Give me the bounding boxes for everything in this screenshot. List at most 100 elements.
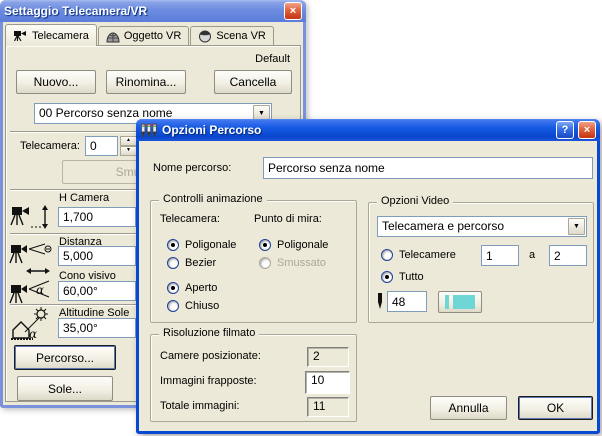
pens-logo-icon [140, 123, 158, 138]
radio-button-icon [259, 257, 271, 269]
radio-button-icon [381, 249, 393, 261]
settaggio-window-title: Settaggio Telecamera/VR [4, 4, 280, 18]
radio-telecamera-aperto[interactable]: Aperto [167, 282, 217, 294]
nuovo-button[interactable]: Nuovo... [16, 70, 96, 94]
default-label: Default [255, 53, 290, 65]
radio-punto-poligonale[interactable]: Poligonale [259, 239, 328, 251]
nome-percorso-label: Nome percorso: [153, 162, 231, 174]
h-camera-label: H Camera [59, 192, 109, 204]
cono-visivo-input[interactable] [58, 281, 136, 301]
pen-icon [375, 292, 385, 310]
tab-oggetto-vr[interactable]: Oggetto VR [98, 26, 189, 45]
controlli-animazione-title: Controlli animazione [159, 193, 267, 205]
close-icon[interactable]: × [578, 121, 596, 139]
radio-label: Poligonale [277, 239, 328, 251]
nome-percorso-input[interactable] [263, 157, 593, 179]
tab-scena-vr-label: Scena VR [216, 30, 266, 42]
totale-immagini-label: Totale immagini: [160, 400, 239, 412]
camere-posizionate-value: 2 [307, 347, 349, 367]
svg-text:α: α [36, 283, 44, 297]
radio-telecamere[interactable]: Telecamere [381, 249, 456, 261]
tab-telecamera[interactable]: Telecamera [5, 24, 97, 46]
risoluzione-filmato-group: Risoluzione filmato Camere posizionate: … [150, 334, 357, 422]
dropdown-arrow-icon[interactable]: ▼ [568, 218, 585, 235]
radio-button-icon [167, 300, 179, 312]
percorso-button-label: Percorso... [36, 351, 94, 365]
vr-scene-icon [198, 30, 212, 43]
telecamera-spinner: ▲ ▼ [120, 136, 137, 156]
rinomina-button-label: Rinomina... [116, 75, 177, 89]
distanza-input[interactable] [58, 246, 136, 266]
vr-object-icon [106, 30, 120, 43]
opzioni-client: Nome percorso: Controlli animazione Tele… [139, 141, 597, 431]
opzioni-window-title: Opzioni Percorso [162, 123, 552, 137]
radio-label: Smussato [277, 257, 326, 269]
rinomina-button[interactable]: Rinomina... [106, 70, 186, 94]
tab-scena-vr[interactable]: Scena VR [190, 26, 274, 45]
risoluzione-filmato-title: Risoluzione filmato [159, 327, 259, 339]
cancella-button-label: Cancella [230, 75, 277, 89]
radio-telecamera-chiuso[interactable]: Chiuso [167, 300, 219, 312]
percorso-button[interactable]: Percorso... [14, 345, 116, 370]
radio-label: Poligonale [185, 239, 236, 251]
spinner-up-icon[interactable]: ▲ [120, 136, 137, 146]
help-icon[interactable]: ? [556, 121, 574, 139]
controlli-telecamera-label: Telecamera: [160, 213, 220, 225]
tab-telecamera-label: Telecamera [32, 30, 89, 42]
range-to-input[interactable] [549, 245, 587, 266]
pen-color-swatch [453, 295, 475, 309]
immagini-frapposte-input[interactable]: 10 [305, 371, 350, 394]
radio-label: Chiuso [185, 300, 219, 312]
annulla-button[interactable]: Annulla [430, 396, 507, 420]
opzioni-video-group: Opzioni Video Telecamera e percorso ▼ Te… [368, 202, 594, 323]
opzioni-video-title: Opzioni Video [377, 195, 453, 207]
radio-telecamera-poligonale[interactable]: Poligonale [167, 239, 236, 251]
camera-height-icon [9, 201, 55, 233]
immagini-frapposte-label: Immagini frapposte: [160, 375, 257, 387]
radio-telecamera-bezier[interactable]: Bezier [167, 257, 216, 269]
annulla-button-label: Annulla [448, 401, 488, 415]
spinner-down-icon[interactable]: ▼ [120, 146, 137, 156]
h-camera-input[interactable] [58, 207, 136, 227]
radio-tutto[interactable]: Tutto [381, 271, 424, 283]
radio-label: Bezier [185, 257, 216, 269]
radio-label: Tutto [399, 271, 424, 283]
radio-button-icon [381, 271, 393, 283]
radio-button-icon [167, 239, 179, 251]
nuovo-button-label: Nuovo... [34, 75, 79, 89]
pen-color-button[interactable] [438, 291, 482, 313]
close-icon[interactable]: × [284, 2, 302, 20]
sole-button-label: Sole... [48, 382, 82, 396]
opzioni-titlebar[interactable]: Opzioni Percorso ? × [136, 119, 600, 141]
ok-button[interactable]: OK [518, 396, 593, 420]
camera-icon [13, 29, 28, 42]
sun-altitude-icon: α [9, 306, 57, 342]
video-mode-dropdown[interactable]: Telecamera e percorso ▼ [377, 216, 587, 237]
telecamera-index-input[interactable] [85, 136, 118, 156]
settaggio-titlebar[interactable]: Settaggio Telecamera/VR × [0, 0, 306, 22]
punto-di-mira-label: Punto di mira: [254, 213, 322, 225]
camera-distance-icon [9, 241, 55, 277]
camera-fov-icon: α [9, 279, 55, 305]
range-from-input[interactable] [481, 245, 519, 266]
radio-button-icon [167, 282, 179, 294]
sole-button[interactable]: Sole... [17, 376, 113, 401]
range-separator-label: a [529, 249, 535, 261]
radio-label: Telecamere [399, 249, 456, 261]
desktop: Settaggio Telecamera/VR × Telecamera [0, 0, 602, 436]
radio-button-icon [259, 239, 271, 251]
camere-posizionate-label: Camere posizionate: [160, 350, 261, 362]
radio-punto-smussato[interactable]: Smussato [259, 257, 326, 269]
altitudine-sole-input[interactable] [58, 318, 136, 338]
pen-width-input[interactable] [387, 291, 427, 312]
video-mode-dropdown-value: Telecamera e percorso [382, 219, 504, 233]
percorso-dropdown-value: 00 Percorso senza nome [39, 106, 172, 120]
svg-text:α: α [29, 327, 37, 341]
pen-color-bar [445, 295, 449, 309]
radio-button-icon [167, 257, 179, 269]
ok-button-label: OK [547, 401, 564, 415]
cancella-button[interactable]: Cancella [214, 70, 292, 94]
tabstrip: Telecamera Oggetto VR Scena VR [5, 23, 301, 45]
opzioni-percorso-dialog: Opzioni Percorso ? × Nome percorso: Cont… [136, 119, 600, 434]
totale-immagini-value: 11 [307, 397, 349, 417]
